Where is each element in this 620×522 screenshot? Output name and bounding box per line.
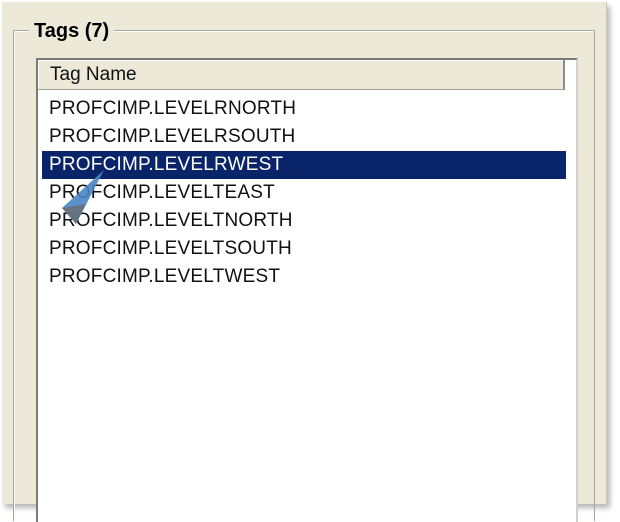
list-item[interactable]: PROFCIMP.LEVELRSOUTH: [42, 123, 566, 151]
tags-group-title: Tags (7): [29, 18, 115, 44]
list-item[interactable]: PROFCIMP.LEVELTWEST: [42, 263, 566, 291]
list-item-selected[interactable]: PROFCIMP.LEVELRWEST: [42, 151, 566, 179]
tags-listview[interactable]: Tag Name PROFCIMP.LEVELRNORTH PROFCIMP.L…: [36, 58, 578, 522]
list-item[interactable]: PROFCIMP.LEVELRNORTH: [42, 95, 566, 123]
mouse-pointer-icon: [62, 170, 104, 224]
tag-rows: PROFCIMP.LEVELRNORTH PROFCIMP.LEVELRSOUT…: [42, 95, 566, 291]
list-item[interactable]: PROFCIMP.LEVELTNORTH: [42, 207, 566, 235]
list-item[interactable]: PROFCIMP.LEVELTSOUTH: [42, 235, 566, 263]
column-header-tag-name[interactable]: Tag Name: [38, 60, 565, 90]
tags-panel: Tags (7) Tag Name PROFCIMP.LEVELRNORTH P…: [2, 2, 607, 522]
list-item[interactable]: PROFCIMP.LEVELTEAST: [42, 179, 566, 207]
